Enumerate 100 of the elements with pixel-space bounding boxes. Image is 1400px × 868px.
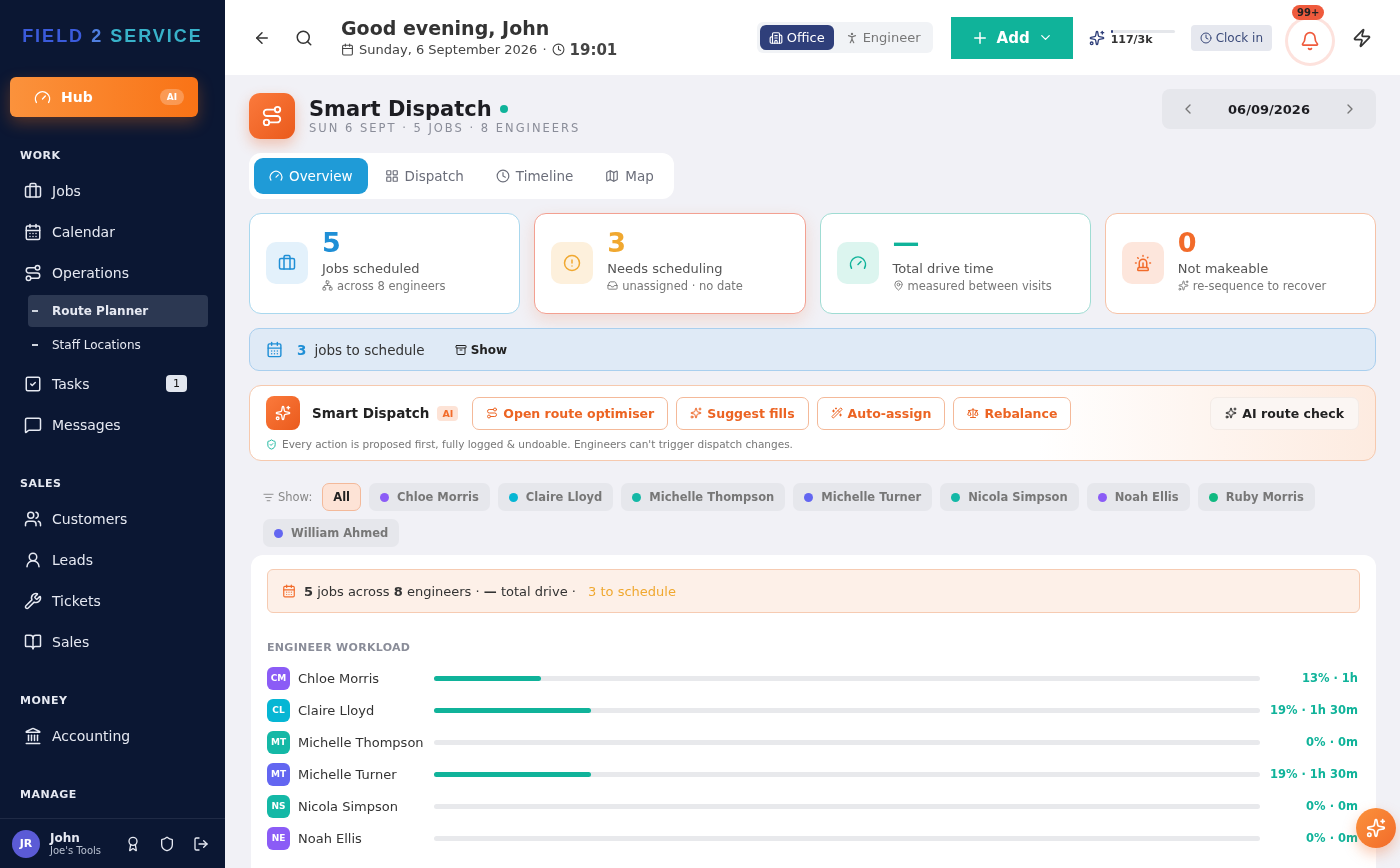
show-button[interactable]: Show: [448, 341, 514, 358]
filter-chip[interactable]: Ruby Morris: [1197, 483, 1315, 511]
filter-chip[interactable]: Noah Ellis: [1086, 483, 1190, 511]
mode-tab[interactable]: Engineer: [835, 25, 930, 50]
stat-note: measured between visits: [907, 278, 1052, 293]
engineer-name: Chloe Morris: [298, 670, 381, 686]
panel-title: Smart Dispatch: [312, 405, 430, 421]
siren-icon: [1121, 242, 1164, 284]
section-title: MONEY: [19, 693, 69, 709]
route-icon: [486, 407, 499, 419]
stat-value: 5: [322, 228, 342, 258]
banner-text: jobs to schedule: [314, 341, 425, 358]
nav-item[interactable]: Tickets: [0, 580, 225, 621]
book-icon: [24, 632, 42, 651]
engineer-avatar: CL: [267, 698, 290, 722]
route-icon: [249, 93, 295, 139]
calendar-icon: [282, 584, 296, 598]
clock-icon: [551, 43, 565, 56]
stat-note: across 8 engineers: [337, 278, 446, 293]
ai-badge: AI: [159, 89, 184, 105]
stat-label: Jobs scheduled: [322, 260, 421, 276]
separator: ·: [542, 42, 547, 57]
user-name: John: [50, 831, 81, 845]
ai-assistant-button[interactable]: [1356, 808, 1396, 848]
logo: FIELD 2 SERVICE: [21, 25, 204, 48]
shield-icon: [266, 438, 277, 450]
view-tab[interactable]: Map: [590, 158, 669, 194]
stat-note: re-sequence to recover: [1192, 278, 1327, 293]
nav-item[interactable]: Calendar: [0, 211, 225, 252]
summary-text: 5 jobs across 8 engineers · — total drive ·: [304, 583, 577, 599]
workload-reading: 0% · 0m: [1305, 831, 1358, 845]
gauge-icon: [836, 242, 879, 284]
note-icon: [892, 280, 904, 292]
clock-icon: [1199, 31, 1212, 44]
engineer-name: Michelle Thompson: [298, 734, 425, 750]
stat-card[interactable]: — Total drive time measured between visits: [819, 213, 1091, 314]
filter-chip[interactable]: Nicola Simpson: [940, 483, 1079, 511]
workload-reading: 19% · 1h 30m: [1268, 767, 1358, 781]
view-tab[interactable]: Dispatch: [369, 158, 479, 194]
filter-chip[interactable]: Michelle Turner: [793, 483, 933, 511]
note-icon: [607, 280, 619, 292]
archive-icon: [454, 343, 467, 356]
filter-chip[interactable]: All: [322, 483, 362, 511]
ai-route-check-button[interactable]: AI route check: [1210, 396, 1359, 430]
view-tab[interactable]: Timeline: [480, 158, 589, 194]
page-subtitle: SUN 6 SEPT · 5 JOBS · 8 ENGINEERS: [309, 121, 582, 135]
sparkles-icon: [1225, 407, 1238, 419]
nav-item[interactable]: Tasks 1: [0, 363, 225, 404]
notification-badge: 99+: [1292, 4, 1325, 20]
company-name: Joe's Tools: [50, 845, 102, 856]
mode-tab[interactable]: Office: [759, 25, 834, 50]
checkbox-icon: [24, 374, 42, 393]
page-title: Smart Dispatch: [309, 97, 492, 121]
engineer-avatar: MT: [267, 730, 290, 754]
sparkles-icon: [1366, 818, 1386, 838]
nav-item[interactable]: Accounting: [0, 715, 225, 756]
user-icon: [24, 550, 42, 569]
filter-chip[interactable]: Claire Lloyd: [497, 483, 614, 511]
calendar-icon: [341, 43, 354, 56]
nav-item[interactable]: Messages: [0, 404, 225, 445]
note-icon: [1177, 280, 1189, 292]
nav-subitem[interactable]: Staff Locations: [28, 329, 208, 361]
calendar-icon: [266, 341, 283, 358]
nav-subitem[interactable]: Route Planner: [28, 295, 208, 327]
engineer-name: Nicola Simpson: [298, 798, 399, 814]
engineer-name: Michelle Turner: [298, 766, 398, 782]
clock-in-button[interactable]: Clock in: [1190, 24, 1272, 51]
greeting: Good evening, John: [341, 16, 551, 39]
nav-item[interactable]: Customers: [0, 498, 225, 539]
count-text: 3: [297, 341, 307, 358]
section-title: MANAGE: [19, 787, 78, 803]
section-title: WORK: [19, 148, 62, 164]
nav-item[interactable]: Operations: [0, 252, 225, 293]
briefcase-icon: [24, 181, 42, 200]
time-text: 19:01: [569, 40, 618, 59]
map-icon: [605, 169, 620, 183]
filter-label: Show:: [278, 490, 313, 504]
filter-chip[interactable]: Michelle Thompson: [621, 483, 786, 511]
stat-label: Needs scheduling: [607, 260, 724, 276]
stat-value: —: [892, 228, 921, 258]
bank-icon: [24, 726, 42, 745]
nav-item[interactable]: Sales: [0, 621, 225, 662]
stat-card[interactable]: 3 Needs scheduling unassigned · no date: [534, 213, 806, 314]
nav-item[interactable]: Leads: [0, 539, 225, 580]
stat-card[interactable]: 5 Jobs scheduled across 8 engineers: [249, 213, 521, 314]
engineer-avatar: NS: [267, 794, 290, 818]
notification-button[interactable]: [1288, 18, 1332, 63]
date-value: 06/09/2026: [1227, 101, 1311, 117]
ai-badge: AI: [437, 405, 459, 421]
filter-chip[interactable]: William Ahmed: [263, 519, 400, 547]
sparkles-icon: [266, 396, 300, 430]
sparkles-icon: [1088, 29, 1105, 46]
wand-icon: [830, 407, 843, 419]
workload-reading: 0% · 0m: [1305, 799, 1358, 813]
nav-item[interactable]: Jobs: [0, 170, 225, 211]
status-dot: [499, 105, 508, 113]
sparkles-icon: [690, 407, 703, 419]
stat-card[interactable]: 0 Not makeable re-sequence to recover: [1104, 213, 1376, 314]
engineer-name: Claire Lloyd: [298, 702, 376, 718]
filter-chip[interactable]: Chloe Morris: [369, 483, 490, 511]
